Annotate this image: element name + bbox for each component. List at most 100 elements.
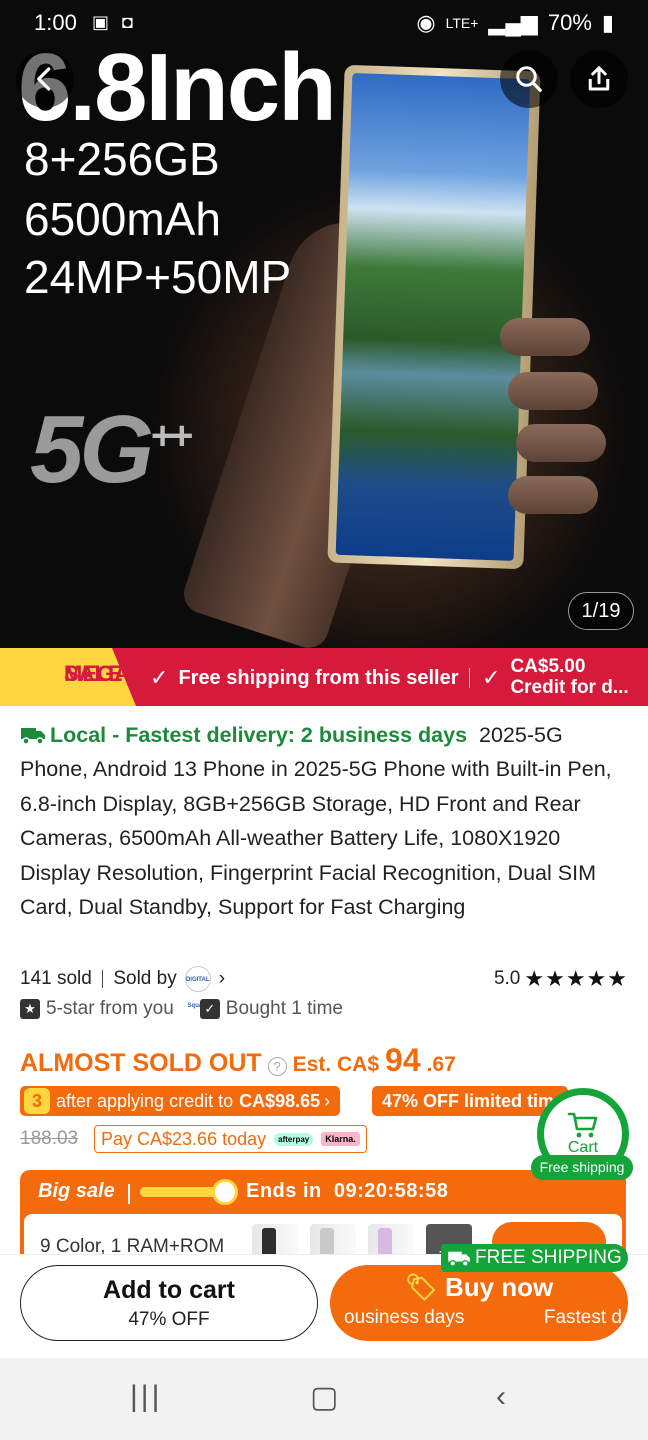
seller-logo[interactable]: DIGITAL Square <box>184 966 211 1009</box>
buy-now-label: Buy now <box>444 1272 554 1302</box>
buyer-history-row: ★ 5-star from you ✓ Bought 1 time <box>20 998 343 1020</box>
promo-spec-1: 8+256GB <box>24 133 220 185</box>
countdown: Ends in 09:20:58:58 <box>246 1180 448 1203</box>
divider <box>128 1184 130 1204</box>
pay-later-tag[interactable]: Pay CA$23.66 today afterpay Klarna. <box>94 1125 367 1153</box>
star-review-icon: ★ <box>20 999 40 1019</box>
credit-price-tag[interactable]: 3 after applying credit to CA$98.65 › <box>20 1086 341 1116</box>
phone-screen-landscape <box>335 73 531 561</box>
recent-apps-icon[interactable]: ||| <box>130 1380 162 1414</box>
chevron-right-icon[interactable]: › <box>219 968 225 990</box>
badge-line-2: SALE <box>64 661 123 686</box>
5g-badge-text: 5G <box>30 396 154 503</box>
notification-icons: ▣ ◘ <box>92 12 137 32</box>
promo-spec-2: 6500mAh <box>24 193 221 245</box>
buy-now-button[interactable]: 🏷 Buy now ousiness days Fastest d <box>330 1265 628 1341</box>
share-button[interactable] <box>570 50 628 108</box>
pay-today-text: Pay CA$23.66 today <box>101 1128 267 1149</box>
check-icon: ✓ <box>482 664 501 690</box>
star-rating-icon: ★★★★★ <box>524 966 628 991</box>
status-time: 1:00 <box>34 10 77 35</box>
divider <box>101 970 104 988</box>
check-icon: ✓ <box>150 665 169 690</box>
sold-by-label: Sold by <box>113 968 177 989</box>
original-price: 188.03 <box>20 1128 79 1149</box>
back-nav-icon[interactable]: ‹ <box>496 1380 506 1414</box>
promo-spec-3: 24MP+50MP <box>24 251 292 303</box>
rating-value: 5.0 <box>493 968 521 989</box>
back-button[interactable] <box>16 50 74 108</box>
battery-level: 70% <box>547 10 592 35</box>
truck-icon <box>448 1251 470 1267</box>
big-sale-title: Big sale <box>38 1180 115 1202</box>
cart-icon <box>567 1112 598 1138</box>
tag-icon: 🏷 <box>404 1272 438 1302</box>
mega-sale-banner[interactable]: MEGA SALE ✓ Free shipping from this selle… <box>0 648 648 706</box>
network-type: LTE+ <box>445 15 479 31</box>
free-shipping-item: ✓ Free shipping from this seller <box>150 665 459 691</box>
sale-progress-fill <box>140 1187 222 1197</box>
product-title: Local - Fastest delivery: 2 business day… <box>20 718 632 924</box>
bag-icon: ✓ <box>199 999 220 1019</box>
search-button[interactable] <box>500 50 558 108</box>
status-bar: 1:00 ▣ ◘ ◉ LTE+ ▂▄▆ 70% ▮ <box>0 0 648 48</box>
price-row: ALMOST SOLD OUT ? Est. CA$ 94.67 <box>20 1042 456 1079</box>
price-cents: .67 <box>426 1053 456 1076</box>
discount-tag: 47% OFF limited tim <box>372 1086 568 1116</box>
back-arrow-icon <box>37 67 51 91</box>
ends-label: Ends in <box>246 1180 322 1202</box>
klarna-logo: Klarna. <box>321 1132 360 1146</box>
delivery-info: Local - Fastest delivery: 2 business day… <box>20 723 467 747</box>
free-shipping-float-text: FREE SHIPPING <box>475 1247 622 1268</box>
chevron-right-icon: › <box>324 1090 331 1111</box>
search-icon <box>516 66 542 92</box>
cart-free-shipping-tag: Free shipping <box>531 1155 633 1180</box>
status-right: ◉ LTE+ ▂▄▆ 70% ▮ <box>416 10 614 36</box>
countdown-value: 09:20:58:58 <box>333 1180 449 1202</box>
buy-now-sub-right: Fastest d <box>543 1307 622 1328</box>
finger-image <box>508 476 598 514</box>
product-title-text: 2025-5G Phone, Android 13 Phone in 2025-… <box>20 723 612 920</box>
home-icon[interactable]: ▢ <box>310 1380 338 1415</box>
buy-now-label-row: 🏷 Buy now <box>330 1272 628 1303</box>
free-shipping-badge: FREE SHIPPING <box>441 1244 628 1272</box>
clock-icon <box>212 1179 238 1205</box>
finger-image <box>516 424 606 462</box>
credit-block: CA$5.00 Credit for d... <box>510 656 628 698</box>
mega-sale-badge: MEGA SALE <box>0 648 136 706</box>
credit-item: ✓ CA$5.00 Credit for d... <box>482 656 629 698</box>
divider <box>469 668 470 688</box>
credit-text: Credit for d... <box>510 677 629 698</box>
product-image-gallery[interactable]: 6.8Inch 8+256GB 6500mAh 24MP+50MP 5G++ 1… <box>0 0 648 648</box>
coupon-icon: 3 <box>24 1088 50 1114</box>
credit-price: CA$98.65 <box>239 1090 321 1111</box>
add-to-cart-button[interactable]: Add to cart 47% OFF <box>20 1265 318 1341</box>
finger-image <box>508 372 598 410</box>
5g-badge-plus: ++ <box>150 414 193 458</box>
five-star-from-you: 5-star from you <box>46 998 174 1019</box>
5g-badge: 5G++ <box>30 395 193 505</box>
finger-image <box>500 318 590 356</box>
buy-now-sub: ousiness days Fastest d <box>330 1307 628 1329</box>
afterpay-logo: afterpay <box>274 1132 314 1146</box>
bought-count: Bought 1 time <box>225 998 344 1019</box>
truck-icon <box>21 728 45 745</box>
buy-now-sub-left: ousiness days <box>344 1307 465 1328</box>
sales-row: 141 sold Sold by DIGITAL Square › 5.0 ★★… <box>20 964 630 1009</box>
almost-sold-out-label: ALMOST SOLD OUT <box>20 1049 262 1077</box>
rating[interactable]: 5.0 ★★★★★ <box>494 966 628 992</box>
image-counter: 1/19 <box>568 592 634 630</box>
help-icon[interactable]: ? <box>267 1057 287 1076</box>
battery-icon: ▮ <box>601 10 614 35</box>
share-icon <box>588 66 610 91</box>
sold-count: 141 sold <box>20 968 92 989</box>
price-main: 94 <box>385 1042 421 1078</box>
est-label: Est. CA$ <box>292 1053 380 1076</box>
free-shipping-text: Free shipping from this seller <box>178 666 459 689</box>
credit-amount: CA$5.00 <box>510 656 586 677</box>
hotspot-icon: ◉ <box>416 10 436 35</box>
signal-icon: ▂▄▆ <box>488 10 538 35</box>
credit-text: after applying credit to <box>56 1090 234 1111</box>
system-navigation-bar: ||| ▢ ‹ <box>0 1358 648 1440</box>
delivery-text: Local - Fastest delivery: 2 business day… <box>50 723 468 747</box>
